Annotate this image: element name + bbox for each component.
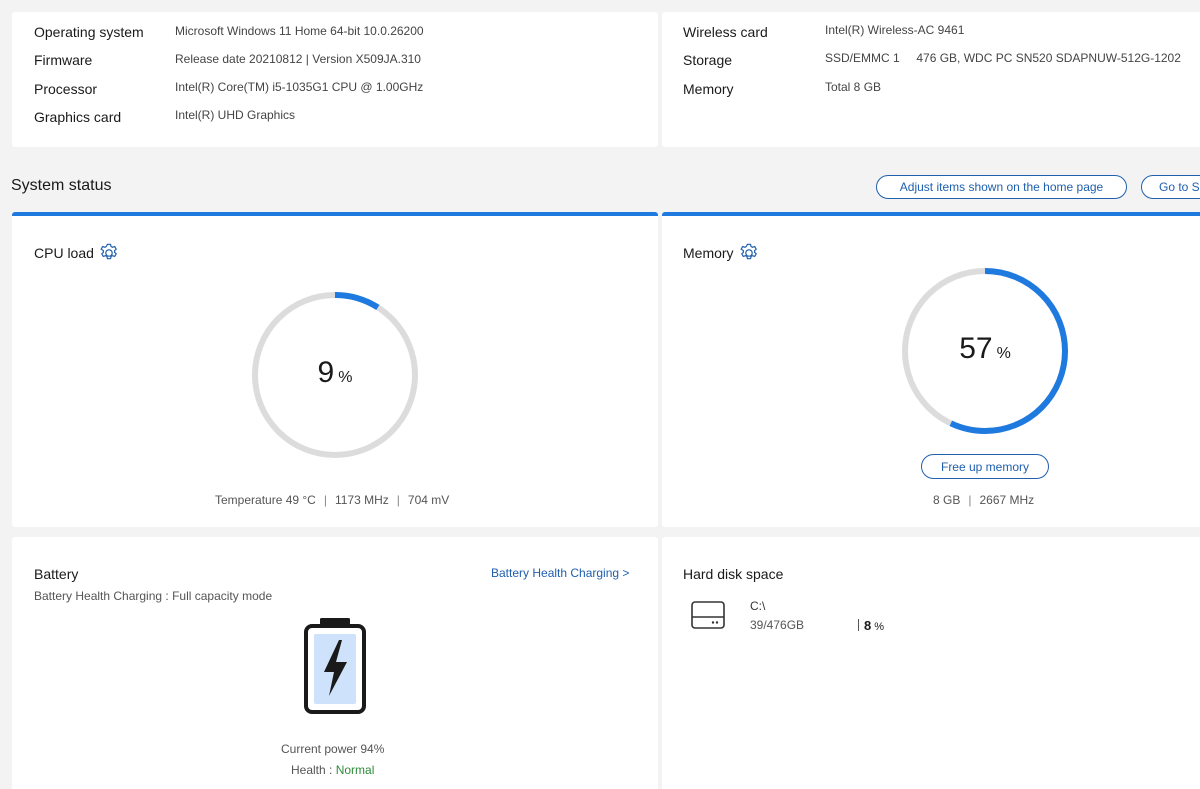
memory-title-label: Memory [683,245,734,261]
cpu-voltage: 704 mV [407,493,450,507]
cpu-stats: Temperature 49 °C | 1173 MHz | 704 mV [215,493,450,507]
cpu-load-title-label: CPU load [34,245,94,261]
cpu-settings-gear-icon[interactable] [98,242,120,264]
hard-disk-title: Hard disk space [683,566,784,582]
memory-settings-gear-icon[interactable] [738,242,760,264]
battery-current-power: Current power 94% [281,742,385,756]
spec-value-wireless: Intel(R) Wireless-AC 9461 [825,23,965,37]
spec-value-storage: SSD/EMMC 1 476 GB, WDC PC SN520 SDAPNUW-… [825,51,1181,65]
disk-usage-bar [858,619,859,631]
memory-gauge-text: 57 % [898,332,1072,366]
battery-title: Battery [34,566,79,582]
spec-value-graphics: Intel(R) UHD Graphics [175,108,296,122]
cpu-frequency: 1173 MHz [334,493,389,507]
disk-percent-value: 8 [864,618,872,633]
cpu-load-value: 9 [317,356,335,389]
free-up-memory-button[interactable]: Free up memory [921,454,1049,479]
spec-value-processor: Intel(R) Core(TM) i5-1035G1 CPU @ 1.00GH… [175,80,424,94]
spec-value-memory: Total 8 GB [825,80,882,94]
memory-title: Memory [683,242,760,264]
spec-label-os: Operating system [34,24,144,40]
battery-card: Battery Battery Health Charging : Full c… [12,537,658,789]
disk-percent-unit: % [874,621,885,633]
spec-card-right: Wireless card Intel(R) Wireless-AC 9461 … [662,12,1200,147]
cpu-gauge: 9 % [248,288,422,462]
hard-disk-card: Hard disk space C:\ 39/476GB 8% [662,537,1200,789]
go-to-settings-button[interactable]: Go to S [1141,175,1200,199]
spec-value-os: Microsoft Windows 11 Home 64-bit 10.0.26… [175,24,424,38]
cpu-gauge-text: 9 % [248,356,422,390]
battery-health: Health : Normal [291,763,374,777]
battery-mode: Battery Health Charging : Full capacity … [34,589,273,603]
cpu-load-title: CPU load [34,242,120,264]
memory-card: Memory 57 % Free up memory 8 GB | 2667 MHz [662,212,1200,527]
cpu-temperature: Temperature 49 °C [215,493,316,507]
battery-health-label: Health : [291,763,336,777]
battery-health-charging-link[interactable]: Battery Health Charging > [491,566,629,580]
spec-value-firmware: Release date 20210812 | Version X509JA.3… [175,52,421,66]
disk-usage: 39/476GB [750,618,805,632]
disk-drive-label: C:\ [750,599,766,613]
disk-percent: 8% [858,618,884,633]
adjust-home-items-button[interactable]: Adjust items shown on the home page [876,175,1127,199]
memory-usage-value: 57 [959,332,993,365]
spec-label-wireless: Wireless card [683,24,768,40]
memory-stats: 8 GB | 2667 MHz [933,493,1035,507]
spec-label-processor: Processor [34,81,98,97]
spec-label-memory: Memory [683,81,734,97]
battery-health-value: Normal [335,763,375,777]
memory-usage-unit: % [996,345,1011,362]
spec-label-graphics: Graphics card [34,109,122,125]
spec-card-left: Operating system Microsoft Windows 11 Ho… [12,12,658,147]
spec-label-storage: Storage [683,52,733,68]
memory-speed: 2667 MHz [979,493,1035,507]
memory-gauge: 57 % [898,264,1072,438]
spec-label-firmware: Firmware [34,52,93,68]
cpu-load-card: CPU load 9 % Temperature 49 °C | 1173 MHz |… [12,212,658,527]
cpu-load-unit: % [338,369,353,386]
memory-size: 8 GB [933,493,961,507]
hard-drive-icon [691,601,725,629]
battery-charging-icon [304,618,366,714]
section-title: System status [11,177,112,194]
